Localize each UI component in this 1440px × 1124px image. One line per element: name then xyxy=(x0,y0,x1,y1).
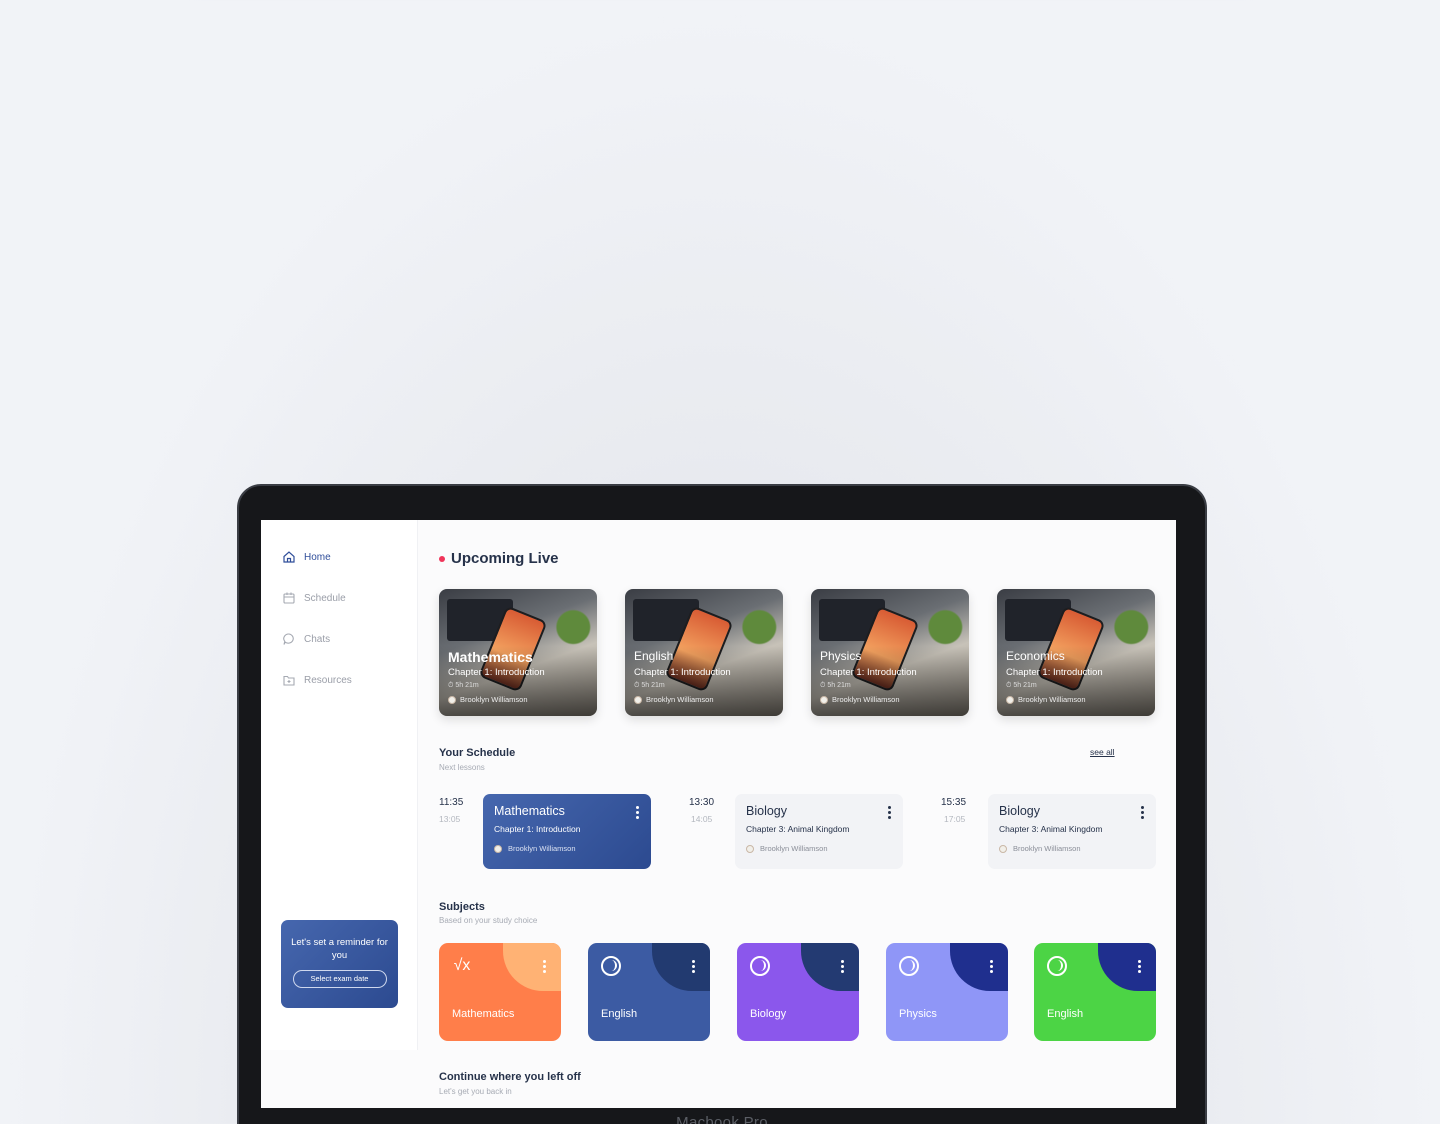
live-card-subject: Economics xyxy=(1006,649,1065,663)
subject-card-blob xyxy=(1098,943,1156,991)
avatar xyxy=(999,844,1007,853)
live-card-chapter: Chapter 1: Introduction xyxy=(448,667,545,678)
live-card-economics[interactable]: Economics Chapter 1: Introduction ⏱ 5h 2… xyxy=(997,589,1155,716)
subject-card-name: Physics xyxy=(899,1008,937,1020)
lesson-time: 11:35 13:05 xyxy=(439,797,464,824)
subjects-subtitle: Based on your study choice xyxy=(439,916,538,925)
schedule-card-teacher: Brooklyn Williamson xyxy=(494,844,640,853)
subject-card-mathematics[interactable]: √x Mathematics xyxy=(439,943,561,1041)
subject-card-name: English xyxy=(1047,1008,1084,1020)
more-options-icon[interactable] xyxy=(636,806,639,819)
select-exam-date-button[interactable]: Select exam date xyxy=(292,970,387,988)
live-card-chapter: Chapter 1: Introduction xyxy=(634,667,731,678)
more-options-icon[interactable] xyxy=(543,960,546,973)
subject-card-name: Biology xyxy=(750,1008,787,1020)
sidebar-item-label: Home xyxy=(304,551,331,563)
globe-icon xyxy=(750,956,770,976)
live-card-mathematics[interactable]: Mathematics Chapter 1: Introduction ⏱ 5h… xyxy=(439,589,597,716)
sidebar-item-label: Chats xyxy=(304,633,331,645)
more-options-icon[interactable] xyxy=(888,806,891,819)
subject-card-english[interactable]: English xyxy=(588,943,710,1041)
schedule-title: Your Schedule xyxy=(439,747,516,759)
lesson-time: 13:30 14:05 xyxy=(689,797,715,824)
schedule-card-chapter: Chapter 1: Introduction xyxy=(494,824,581,834)
live-card-subject: Mathematics xyxy=(448,649,533,665)
subject-card-name: English xyxy=(601,1008,638,1020)
sidebar-item-schedule[interactable]: Schedule xyxy=(282,591,346,605)
subject-card-name: Mathematics xyxy=(452,1008,515,1020)
calendar-icon xyxy=(283,592,295,604)
sidebar-item-home[interactable]: Home xyxy=(282,550,331,564)
schedule-card-subject: Biology xyxy=(746,804,787,818)
live-card-physics[interactable]: Physics Chapter 1: Introduction ⏱ 5h 21m… xyxy=(811,589,969,716)
schedule-card-biology-2[interactable]: Biology Chapter 3: Animal Kingdom Brookl… xyxy=(988,794,1156,869)
subject-card-physics[interactable]: Physics xyxy=(886,943,1008,1041)
sqrt-icon: √x xyxy=(453,957,471,974)
more-options-icon[interactable] xyxy=(692,960,695,973)
sidebar-item-label: Schedule xyxy=(304,592,346,604)
see-all-link[interactable]: see all xyxy=(1090,747,1115,757)
more-options-icon[interactable] xyxy=(1138,960,1141,973)
reminder-card: Let's set a reminder for you Select exam… xyxy=(281,920,398,1008)
avatar xyxy=(634,695,642,704)
live-card-teacher: Brooklyn Williamson xyxy=(448,695,528,704)
live-card-teacher: Brooklyn Williamson xyxy=(1006,695,1086,704)
avatar xyxy=(448,695,456,704)
globe-icon xyxy=(1047,956,1067,976)
avatar xyxy=(746,844,754,853)
main-content: Upcoming Live Mathematics Chapter 1: Int… xyxy=(439,520,1176,1108)
continue-title: Continue where you left off xyxy=(439,1071,581,1083)
reminder-title: Let's set a reminder for you xyxy=(291,937,388,961)
subject-card-biology[interactable]: Biology xyxy=(737,943,859,1041)
more-options-icon[interactable] xyxy=(1141,806,1144,819)
more-options-icon[interactable] xyxy=(990,960,993,973)
globe-icon xyxy=(899,956,919,976)
globe-icon xyxy=(601,956,621,976)
schedule-card-teacher: Brooklyn Williamson xyxy=(746,844,892,853)
schedule-card-chapter: Chapter 3: Animal Kingdom xyxy=(746,824,850,834)
live-card-chapter: Chapter 1: Introduction xyxy=(820,667,917,678)
lesson-time: 15:35 17:05 xyxy=(941,797,967,824)
avatar xyxy=(820,695,828,704)
live-card-teacher: Brooklyn Williamson xyxy=(820,695,900,704)
subject-card-blob xyxy=(950,943,1008,991)
subject-card-blob xyxy=(801,943,859,991)
subject-card-blob xyxy=(503,943,561,991)
schedule-card-subject: Mathematics xyxy=(494,804,565,818)
schedule-card-mathematics[interactable]: Mathematics Chapter 1: Introduction Broo… xyxy=(483,794,651,869)
subject-card-blob xyxy=(652,943,710,991)
live-dot-icon xyxy=(439,555,445,562)
avatar xyxy=(494,844,502,853)
subject-card-english-2[interactable]: English xyxy=(1034,943,1156,1041)
schedule-subtitle: Next lessons xyxy=(439,763,485,772)
live-card-english[interactable]: English Chapter 1: Introduction ⏱ 5h 21m… xyxy=(625,589,783,716)
sidebar-item-label: Resources xyxy=(304,674,352,686)
sidebar-item-chats[interactable]: Chats xyxy=(282,632,330,646)
schedule-card-subject: Biology xyxy=(999,804,1040,818)
schedule-card-chapter: Chapter 3: Animal Kingdom xyxy=(999,824,1103,834)
live-card-duration: ⏱ 5h 21m xyxy=(1006,682,1037,689)
upcoming-live-heading: Upcoming Live xyxy=(439,550,559,567)
upcoming-live-title: Upcoming Live xyxy=(451,550,559,567)
sidebar: Home Schedule Chats Resources Let's set … xyxy=(261,520,418,1050)
sidebar-item-resources[interactable]: Resources xyxy=(282,673,352,687)
more-options-icon[interactable] xyxy=(841,960,844,973)
avatar xyxy=(1006,695,1014,704)
live-card-duration: ⏱ 5h 21m xyxy=(634,682,665,689)
folder-icon xyxy=(283,675,295,686)
schedule-card-biology[interactable]: Biology Chapter 3: Animal Kingdom Brookl… xyxy=(735,794,903,869)
continue-subtitle: Let's get you back in xyxy=(439,1087,512,1096)
chat-icon xyxy=(283,633,294,645)
live-card-subject: English xyxy=(634,649,674,663)
app-screen: Home Schedule Chats Resources Let's set … xyxy=(261,520,1176,1108)
live-card-chapter: Chapter 1: Introduction xyxy=(1006,667,1103,678)
live-card-duration: ⏱ 5h 21m xyxy=(820,682,851,689)
device-label: Macbook Pro xyxy=(676,1114,768,1124)
live-card-duration: ⏱ 5h 21m xyxy=(448,682,479,689)
schedule-card-teacher: Brooklyn Williamson xyxy=(999,844,1145,853)
live-card-subject: Physics xyxy=(820,649,862,663)
subjects-title: Subjects xyxy=(439,901,485,913)
home-icon xyxy=(283,551,295,563)
live-card-teacher: Brooklyn Williamson xyxy=(634,695,714,704)
